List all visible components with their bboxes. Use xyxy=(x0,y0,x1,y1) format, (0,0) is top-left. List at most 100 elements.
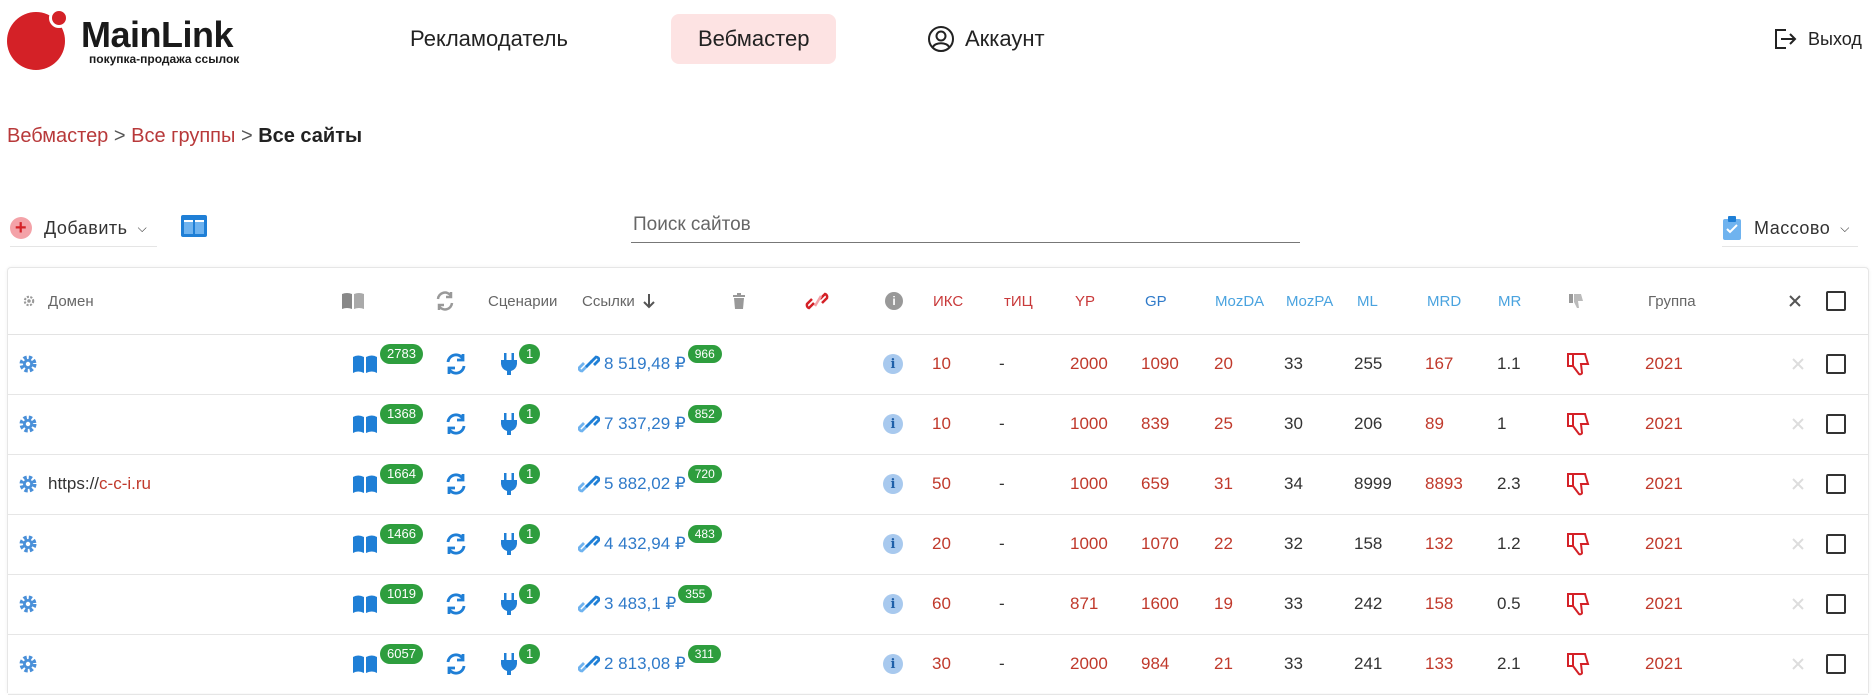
mainlink-logo[interactable]: MainLink покупка-продажа ссылок xyxy=(7,8,247,70)
pages-cell[interactable]: 1368 xyxy=(352,394,423,454)
row-checkbox[interactable] xyxy=(1826,334,1846,394)
row-checkbox[interactable] xyxy=(1826,574,1846,634)
mozpa-value: 32 xyxy=(1284,534,1303,553)
settings-gear-icon[interactable] xyxy=(18,454,38,514)
col-mrd[interactable]: MRD xyxy=(1427,268,1461,334)
scenarios-cell[interactable]: 1 xyxy=(499,454,541,514)
info-icon[interactable]: i xyxy=(883,454,903,514)
col-links[interactable]: Ссылки xyxy=(582,268,655,334)
col-mr[interactable]: MR xyxy=(1498,268,1521,334)
mass-actions-button[interactable]: Массово ⌵ xyxy=(1722,210,1858,247)
scenarios-cell[interactable]: 1 xyxy=(499,574,541,634)
settings-gear-icon[interactable] xyxy=(18,334,38,394)
info-icon[interactable]: i xyxy=(883,334,903,394)
row-checkbox[interactable] xyxy=(1826,634,1846,694)
close-icon[interactable] xyxy=(1792,514,1804,574)
thumbs-down-icon[interactable] xyxy=(1566,634,1590,694)
group-value[interactable]: 2021 xyxy=(1645,574,1683,634)
pages-cell[interactable]: 1019 xyxy=(352,574,423,634)
columns-view-icon[interactable] xyxy=(180,214,208,243)
refresh-icon[interactable] xyxy=(444,394,468,454)
thumbs-down-icon[interactable] xyxy=(1566,574,1590,634)
refresh-icon[interactable] xyxy=(444,454,468,514)
close-icon[interactable] xyxy=(1792,394,1804,454)
row-domain[interactable]: https://c-c-i.ru xyxy=(48,454,151,514)
dislike-column-icon[interactable] xyxy=(1568,268,1584,334)
links-cell[interactable]: 4 432,94 ₽ 483 xyxy=(578,514,722,574)
group-value[interactable]: 2021 xyxy=(1645,634,1683,694)
nav-webmaster[interactable]: Вебмастер xyxy=(671,14,837,64)
pages-cell[interactable]: 2783 xyxy=(352,334,423,394)
close-icon[interactable] xyxy=(1792,574,1804,634)
close-icon[interactable] xyxy=(1792,634,1804,694)
group-value[interactable]: 2021 xyxy=(1645,514,1683,574)
pages-column-icon[interactable] xyxy=(341,268,365,334)
info-column-icon[interactable]: i xyxy=(885,268,903,334)
nav-account[interactable]: Аккаунт xyxy=(927,14,1072,64)
group-value[interactable]: 2021 xyxy=(1645,394,1683,454)
add-dropdown-button[interactable]: + Добавить ⌵ xyxy=(10,210,158,247)
book-icon xyxy=(353,535,377,553)
thumbs-down-icon[interactable] xyxy=(1566,394,1590,454)
settings-gear-icon[interactable] xyxy=(18,574,38,634)
row-checkbox[interactable] xyxy=(1826,514,1846,574)
col-yp[interactable]: YP xyxy=(1075,268,1095,334)
breadcrumb-webmaster[interactable]: Вебмастер xyxy=(7,125,108,147)
search-input[interactable] xyxy=(631,208,1304,242)
info-icon[interactable]: i xyxy=(883,574,903,634)
col-iks[interactable]: ИКС xyxy=(933,268,963,334)
breadcrumb-all-groups[interactable]: Все группы xyxy=(131,125,235,147)
settings-gear-icon[interactable] xyxy=(18,514,38,574)
thumbs-down-icon[interactable] xyxy=(1566,514,1590,574)
info-icon[interactable]: i xyxy=(883,394,903,454)
links-cell[interactable]: 2 813,08 ₽ 311 xyxy=(578,634,721,694)
close-icon[interactable] xyxy=(1792,334,1804,394)
refresh-column-icon[interactable] xyxy=(434,268,456,334)
links-cell[interactable]: 8 519,48 ₽ 966 xyxy=(578,334,722,394)
thumbs-down-icon[interactable] xyxy=(1566,334,1590,394)
col-domain[interactable]: Домен xyxy=(48,268,94,334)
info-icon[interactable]: i xyxy=(883,514,903,574)
refresh-icon[interactable] xyxy=(444,634,468,694)
settings-column-icon[interactable] xyxy=(22,268,36,334)
settings-gear-icon[interactable] xyxy=(18,394,38,454)
links-cell[interactable]: 7 337,29 ₽ 852 xyxy=(578,394,722,454)
scenarios-cell[interactable]: 1 xyxy=(499,514,541,574)
col-gp[interactable]: GP xyxy=(1145,268,1167,334)
select-all-checkbox[interactable] xyxy=(1826,268,1846,334)
row-checkbox[interactable] xyxy=(1826,454,1846,514)
pages-cell[interactable]: 1466 xyxy=(352,514,423,574)
scenarios-cell[interactable]: 1 xyxy=(499,394,541,454)
site-search[interactable] xyxy=(631,208,1304,243)
nav-advertiser[interactable]: Рекламодатель xyxy=(383,14,595,64)
pages-cell[interactable]: 1664 xyxy=(352,454,423,514)
col-group[interactable]: Группа xyxy=(1648,268,1696,334)
info-icon[interactable]: i xyxy=(883,634,903,694)
refresh-icon[interactable] xyxy=(444,334,468,394)
pages-cell[interactable]: 6057 xyxy=(352,634,423,694)
trash-column-icon[interactable] xyxy=(732,268,746,334)
col-tic[interactable]: тИЦ xyxy=(1004,268,1033,334)
col-mozda[interactable]: MozDA xyxy=(1215,268,1264,334)
nav-account-label: Аккаунт xyxy=(965,26,1045,51)
group-value[interactable]: 2021 xyxy=(1645,454,1683,514)
scenarios-cell[interactable]: 1 xyxy=(499,334,541,394)
mrd-value: 167 xyxy=(1425,354,1454,373)
group-value[interactable]: 2021 xyxy=(1645,334,1683,394)
links-cell[interactable]: 5 882,02 ₽ 720 xyxy=(578,454,722,514)
broken-link-column-icon[interactable] xyxy=(805,268,829,334)
user-icon xyxy=(928,26,954,52)
close-icon[interactable] xyxy=(1792,454,1804,514)
row-checkbox[interactable] xyxy=(1826,394,1846,454)
refresh-icon[interactable] xyxy=(444,574,468,634)
col-ml[interactable]: ML xyxy=(1357,268,1378,334)
links-cell[interactable]: 3 483,1 ₽ 355 xyxy=(578,574,713,634)
close-column-icon[interactable] xyxy=(1789,268,1801,334)
col-mozpa[interactable]: MozPA xyxy=(1286,268,1333,334)
thumbs-down-icon[interactable] xyxy=(1566,454,1590,514)
exit-button[interactable]: Выход xyxy=(1772,24,1862,54)
settings-gear-icon[interactable] xyxy=(18,634,38,694)
col-scenarios[interactable]: Сценарии xyxy=(488,268,557,334)
scenarios-cell[interactable]: 1 xyxy=(499,634,541,694)
refresh-icon[interactable] xyxy=(444,514,468,574)
